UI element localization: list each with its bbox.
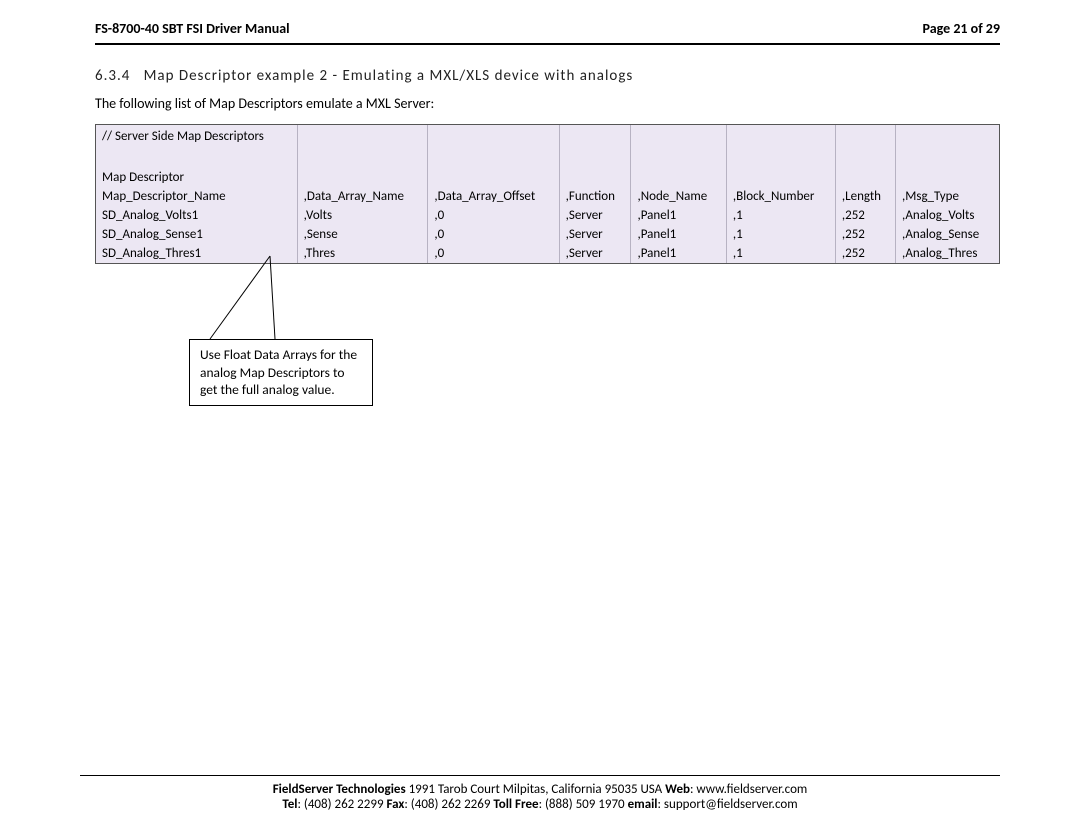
page-footer: FieldServer Technologies 1991 Tarob Cour… <box>80 775 1000 812</box>
header-right: Page 21 of 29 <box>923 20 1000 37</box>
footer-web-label: Web <box>665 782 690 797</box>
callout-box: Use Float Data Arrays for the analog Map… <box>189 339 373 406</box>
footer-tollfree-label: Toll Free <box>493 797 538 812</box>
footer-address: 1991 Tarob Court Milpitas, California 95… <box>406 782 666 797</box>
footer-tel-value: : (408) 262 2299 <box>297 797 386 812</box>
col-header: ,Data_Array_Name <box>297 187 428 206</box>
table-row: SD_Analog_Sense1 ,Sense ,0 ,Server ,Pane… <box>96 225 999 244</box>
table-comment: // Server Side Map Descriptors <box>96 125 297 148</box>
col-header: Map_Descriptor_Name <box>96 187 297 206</box>
footer-tollfree-value: : (888) 509 1970 <box>539 797 628 812</box>
footer-company: FieldServer Technologies <box>273 782 406 797</box>
footer-tel-label: Tel <box>282 797 297 812</box>
col-header: ,Msg_Type <box>896 187 1000 206</box>
footer-fax-label: Fax <box>386 797 404 812</box>
page-header: FS-8700-40 SBT FSI Driver Manual Page 21… <box>95 20 1000 45</box>
col-header: ,Block_Number <box>726 187 835 206</box>
lead-text: The following list of Map Descriptors em… <box>95 95 1000 112</box>
col-header: ,Function <box>559 187 631 206</box>
footer-fax-value: : (408) 262 2269 <box>404 797 493 812</box>
footer-email-label: email <box>628 797 658 812</box>
section-number: 6.3.4 <box>95 67 130 85</box>
map-descriptor-table: // Server Side Map Descriptors Map Descr… <box>95 124 1000 264</box>
col-header: ,Length <box>835 187 895 206</box>
footer-web-value: : www.fieldserver.com <box>690 782 807 797</box>
table-row: SD_Analog_Volts1 ,Volts ,0 ,Server ,Pane… <box>96 206 999 225</box>
table-row: SD_Analog_Thres1 ,Thres ,0 ,Server ,Pane… <box>96 244 999 263</box>
col-header: ,Node_Name <box>631 187 726 206</box>
col-header: ,Data_Array_Offset <box>428 187 559 206</box>
header-left: FS-8700-40 SBT FSI Driver Manual <box>95 20 290 37</box>
footer-email-value: : support@fieldserver.com <box>658 797 798 812</box>
section-title: Map Descriptor example 2 - Emulating a M… <box>144 67 634 85</box>
table-group-label: Map Descriptor <box>96 168 297 187</box>
section-heading: 6.3.4 Map Descriptor example 2 - Emulati… <box>95 67 1000 85</box>
